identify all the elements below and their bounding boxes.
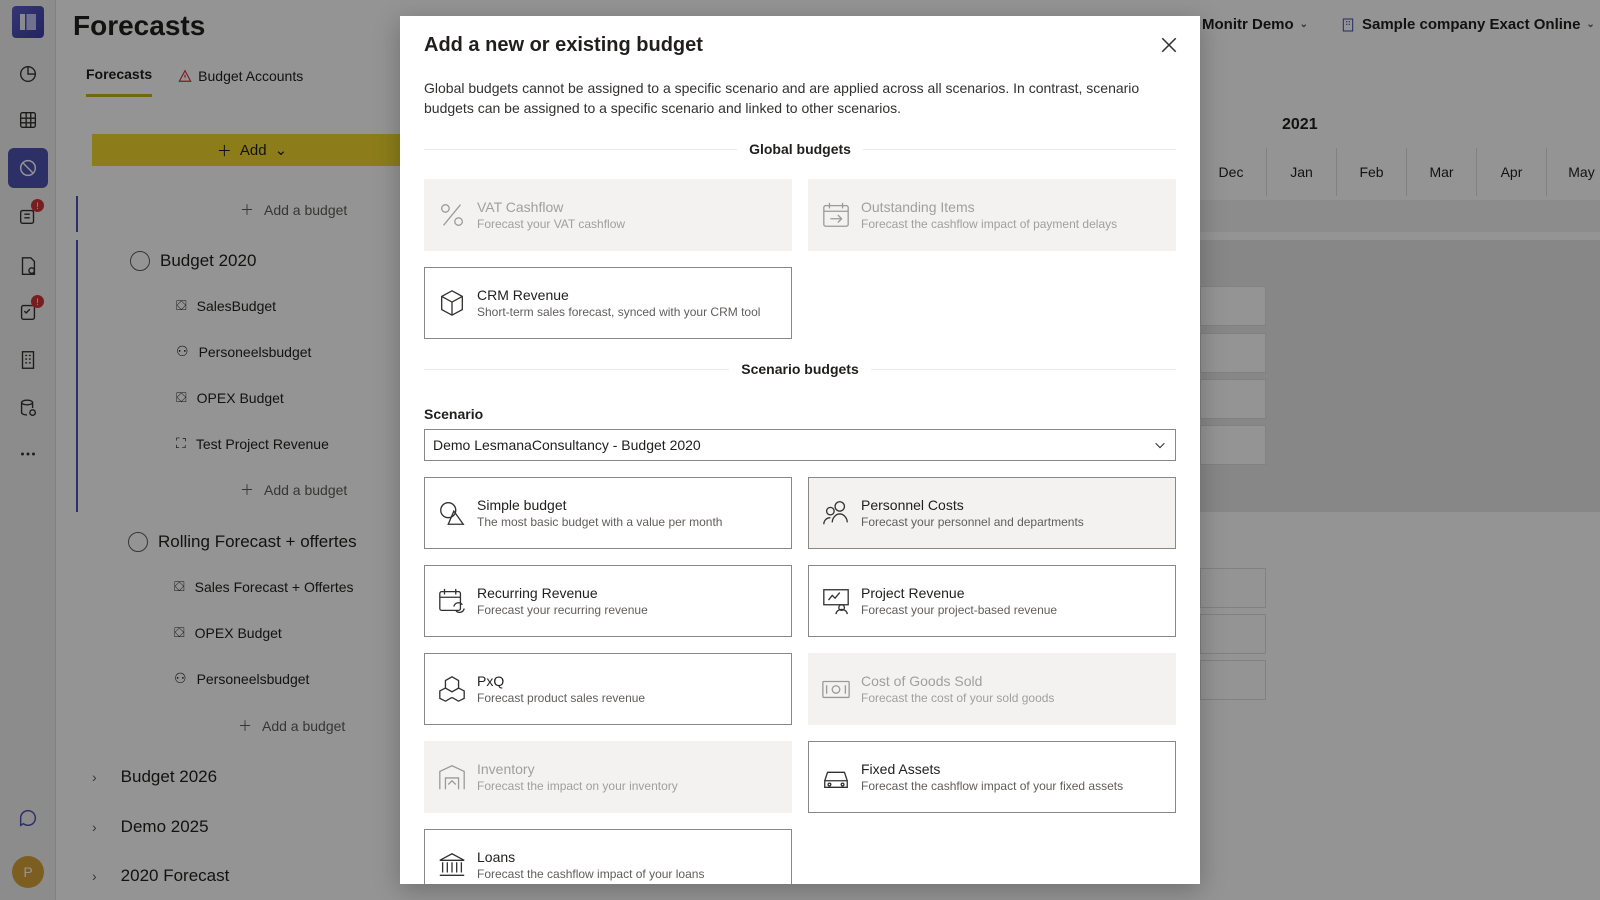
scenario-label: Scenario	[424, 406, 484, 422]
car-icon	[824, 771, 848, 788]
cube-icon	[441, 290, 463, 316]
card-vat-cashflow: VAT Cashflow Forecast your VAT cashflow	[424, 179, 792, 251]
card-recurring-revenue[interactable]: Recurring Revenue Forecast your recurring…	[424, 565, 792, 637]
scenario-select[interactable]: Demo LesmanaConsultancy - Budget 2020	[424, 429, 1176, 461]
card-project-revenue[interactable]: Project Revenue Forecast your project-bas…	[808, 565, 1176, 637]
warehouse-icon	[439, 765, 465, 790]
dialog-description: Global budgets cannot be assigned to a s…	[424, 80, 1140, 116]
scenario-value: Demo LesmanaConsultancy - Budget 2020	[433, 437, 701, 453]
add-budget-dialog: Add a new or existing budget Global budg…	[400, 16, 1200, 884]
card-fixed-assets[interactable]: Fixed Assets Forecast the cashflow impact…	[808, 741, 1176, 813]
calendar-arrow-icon	[823, 202, 849, 227]
card-simple-budget[interactable]: Simple budget The most basic budget with …	[424, 477, 792, 549]
card-cost-of-goods-sold: Cost of Goods Sold Forecast the cost of y…	[808, 653, 1176, 725]
people-icon	[823, 501, 848, 525]
presenter-icon	[823, 589, 849, 615]
dialog-title: Add a new or existing budget	[424, 34, 703, 56]
card-pxq[interactable]: PxQ Forecast product sales revenue	[424, 653, 792, 725]
chevron-down-icon	[1155, 442, 1165, 449]
boxes-icon	[439, 676, 465, 702]
card-inventory: Inventory Forecast the impact on your inv…	[424, 741, 792, 813]
scenario-budgets-header: Scenario budgets	[424, 359, 1176, 379]
card-outstanding-items: Outstanding Items Forecast the cashflow i…	[808, 179, 1176, 251]
global-budgets-header: Global budgets	[424, 139, 1176, 159]
card-loans[interactable]: Loans Forecast the cashflow impact of you…	[424, 829, 792, 884]
money-icon	[822, 680, 850, 699]
bank-icon	[439, 853, 465, 876]
card-crm-revenue[interactable]: CRM Revenue Short-term sales forecast, sy…	[424, 267, 792, 339]
close-icon[interactable]	[1160, 36, 1178, 54]
calendar-sync-icon	[439, 588, 465, 613]
shapes-icon	[440, 502, 465, 525]
card-personnel-costs[interactable]: Personnel Costs Forecast your personnel a…	[808, 477, 1176, 549]
percent-icon	[441, 204, 463, 226]
